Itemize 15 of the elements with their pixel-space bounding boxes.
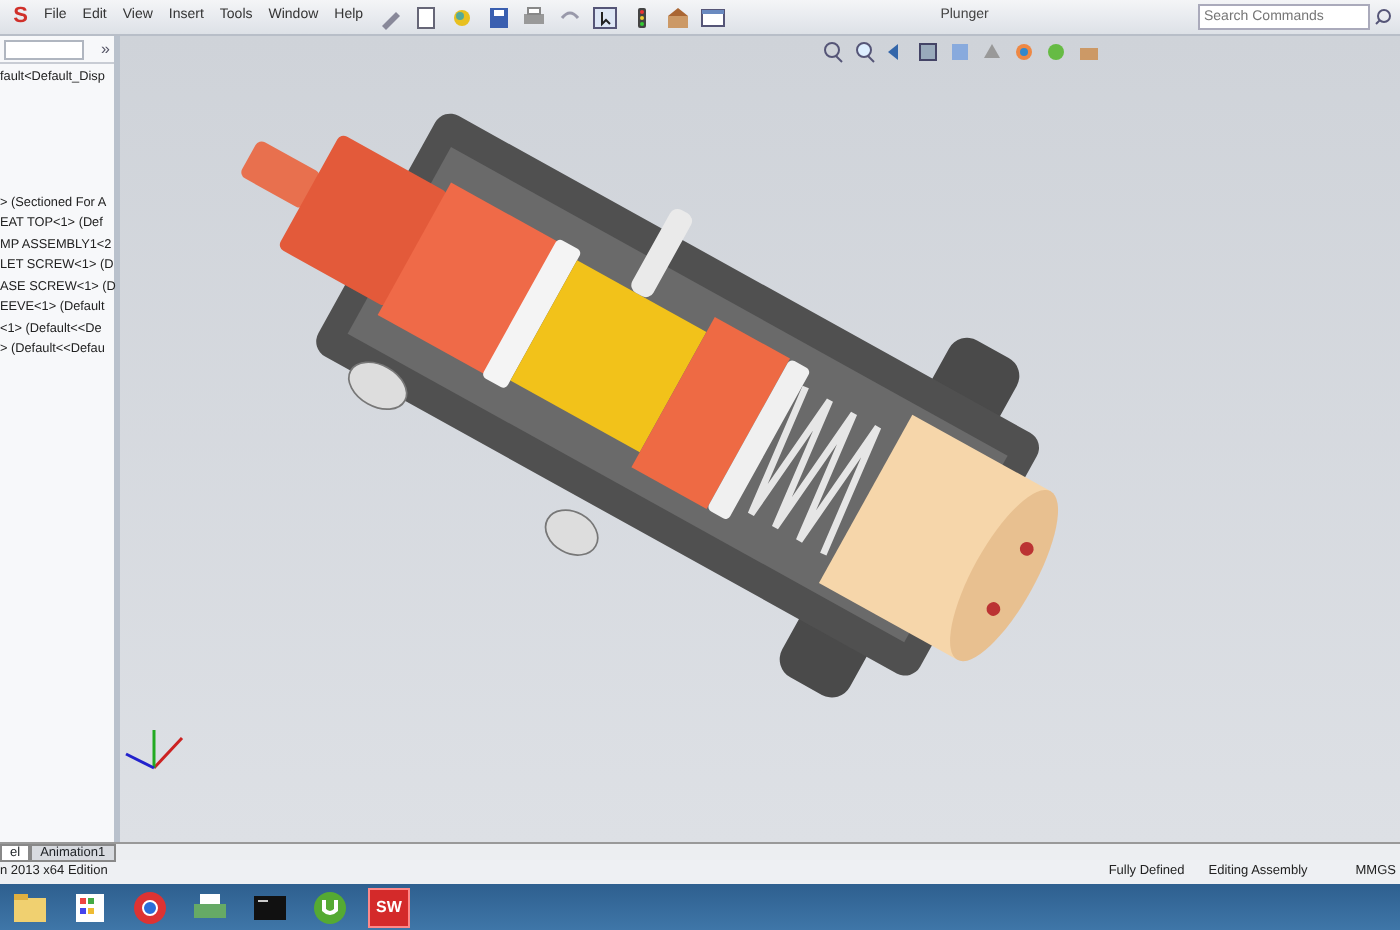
select-icon[interactable] bbox=[591, 5, 620, 29]
folder-icon[interactable] bbox=[8, 889, 52, 925]
print-icon[interactable] bbox=[519, 5, 548, 29]
browser-icon[interactable] bbox=[128, 889, 172, 925]
search-icon[interactable] bbox=[1374, 8, 1392, 26]
app-logo: S bbox=[11, 2, 28, 33]
expand-button[interactable]: » bbox=[101, 37, 110, 61]
filter-field[interactable] bbox=[4, 39, 84, 59]
window-icon[interactable] bbox=[699, 5, 728, 29]
zoom-area-icon[interactable] bbox=[852, 40, 876, 64]
axis-triad-icon bbox=[125, 730, 184, 770]
torrent-icon[interactable] bbox=[308, 889, 352, 925]
zoom-icon[interactable] bbox=[820, 40, 844, 64]
taskbar-app-button[interactable]: SW bbox=[368, 887, 410, 927]
new-document-icon[interactable] bbox=[411, 5, 440, 29]
